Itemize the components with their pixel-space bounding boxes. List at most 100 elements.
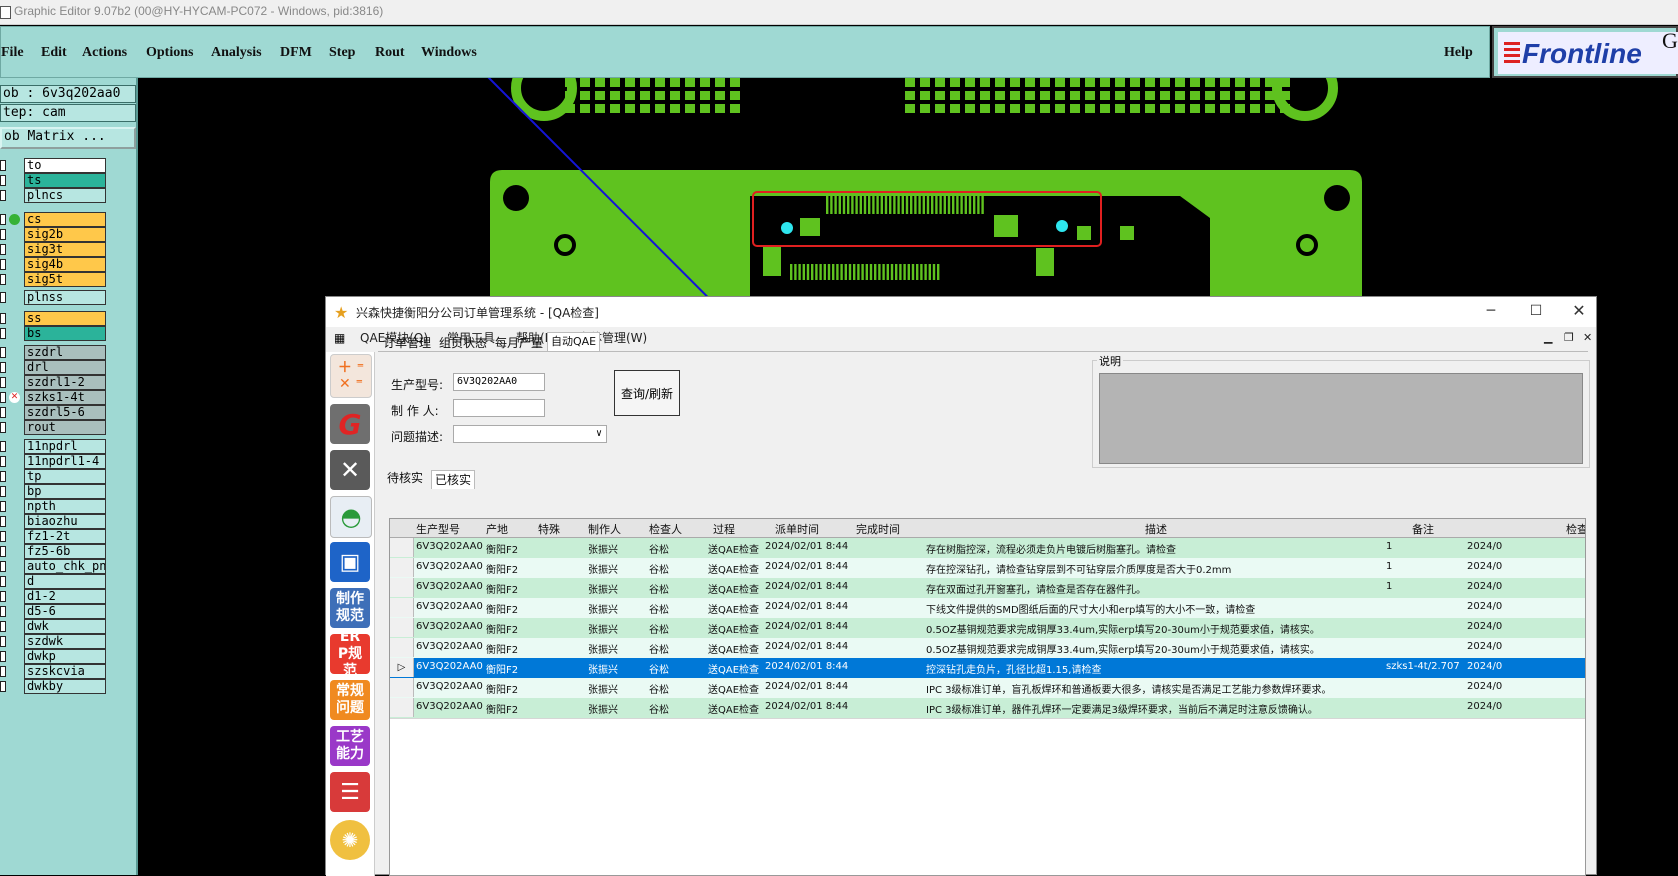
layer-checkbox[interactable] <box>0 422 6 433</box>
layer-row[interactable]: 11npdrl <box>0 439 110 454</box>
layer-checkbox[interactable] <box>0 229 6 240</box>
layer-name[interactable]: sig3t <box>24 242 106 257</box>
layer-checkbox[interactable] <box>0 531 6 542</box>
layer-name[interactable]: cs <box>24 212 106 227</box>
model-input[interactable]: 6V3Q202AA0 <box>453 373 545 391</box>
layer-name[interactable]: 11npdrl1-4 <box>24 454 106 469</box>
job-field[interactable]: ob : 6v3q202aa0 <box>0 85 136 103</box>
table-row[interactable]: 6V3Q202AA0 衡阳F2 张振兴 谷松 送QAE检查 2024/02/01 8:44… <box>390 618 1585 639</box>
col-dispatch-time[interactable]: 派单时间 <box>775 521 819 537</box>
layer-row[interactable]: szdrl1-2 <box>0 375 110 390</box>
col-model[interactable]: 生产型号 <box>416 521 460 537</box>
layer-checkbox[interactable] <box>0 292 6 303</box>
layer-name[interactable]: ss <box>24 311 106 326</box>
layer-checkbox[interactable] <box>0 516 6 527</box>
layer-row[interactable]: plncs <box>0 188 110 203</box>
layer-name[interactable]: auto_chk_pn <box>24 559 106 574</box>
erp-spec-button[interactable]: ER P规范 <box>330 629 370 679</box>
col-origin[interactable]: 产地 <box>486 521 508 537</box>
layer-name[interactable]: dwk <box>24 619 106 634</box>
row-header[interactable] <box>390 638 414 657</box>
layer-checkbox[interactable] <box>0 486 6 497</box>
menu-edit[interactable]: Edit <box>41 45 67 61</box>
row-header[interactable] <box>390 558 414 577</box>
layer-name[interactable]: tp <box>24 469 106 484</box>
layer-row[interactable]: bp <box>0 484 110 499</box>
lightbulb-icon[interactable]: ✺ <box>330 820 370 860</box>
table-row[interactable]: 6V3Q202AA0 衡阳F2 张振兴 谷松 送QAE检查 2024/02/01 8:44… <box>390 678 1585 699</box>
layer-checkbox[interactable] <box>0 362 6 373</box>
note-textbox[interactable] <box>1099 373 1583 464</box>
layer-checkbox[interactable] <box>0 274 6 285</box>
menu-help[interactable]: Help <box>1444 45 1473 61</box>
layer-checkbox[interactable] <box>0 160 6 171</box>
layer-row[interactable]: d5-6 <box>0 604 110 619</box>
layer-checkbox[interactable] <box>0 456 6 467</box>
menu-file[interactable]: File <box>1 45 24 61</box>
layer-checkbox[interactable] <box>0 377 6 388</box>
layer-row[interactable]: dwk <box>0 619 110 634</box>
row-header[interactable] <box>390 578 414 597</box>
layer-row[interactable]: fz5-6b <box>0 544 110 559</box>
layer-name[interactable]: szks1-4t <box>24 390 106 405</box>
layer-checkbox[interactable] <box>0 347 6 358</box>
tab-pending[interactable]: 待核实 <box>384 469 426 487</box>
layer-checkbox[interactable] <box>0 501 6 512</box>
layer-row[interactable]: tp <box>0 469 110 484</box>
row-header[interactable] <box>390 598 414 617</box>
layer-name[interactable]: szdrl5-6 <box>24 405 106 420</box>
layer-checkbox[interactable] <box>0 606 6 617</box>
layer-checkbox[interactable] <box>0 636 6 647</box>
layer-checkbox[interactable] <box>0 561 6 572</box>
menu-windows[interactable]: Windows <box>421 45 477 61</box>
layer-row[interactable]: biaozhu <box>0 514 110 529</box>
layer-name[interactable]: d5-6 <box>24 604 106 619</box>
tab-member-status[interactable]: 组员状态 <box>436 334 490 352</box>
col-finish-time[interactable]: 完成时间 <box>856 521 900 537</box>
qa-grid[interactable]: 生产型号 产地 特殊 制作人 检查人 过程 派单时间 完成时间 描述 备注 检查… <box>389 518 1586 876</box>
maker-input[interactable] <box>453 399 545 417</box>
layer-row[interactable]: d <box>0 574 110 589</box>
table-row[interactable]: 6V3Q202AA0 衡阳F2 张振兴 谷松 送QAE检查 2024/02/01 8:44… <box>390 698 1585 719</box>
col-special[interactable]: 特殊 <box>538 521 560 537</box>
layer-row[interactable]: szdrl <box>0 345 110 360</box>
step-field[interactable]: tep: cam <box>0 104 136 122</box>
mdi-restore-icon[interactable]: ❐ <box>1564 331 1574 344</box>
col-remark[interactable]: 备注 <box>1412 521 1434 537</box>
layer-row[interactable]: fz1-2t <box>0 529 110 544</box>
layer-row[interactable]: szks1-4t ✕ <box>0 390 110 405</box>
tab-monthly-output[interactable]: 每月产量 <box>492 334 546 352</box>
layer-row[interactable]: ts <box>0 173 110 188</box>
col-checker[interactable]: 检查人 <box>649 521 682 537</box>
tab-verified[interactable]: 已核实 <box>431 470 476 489</box>
make-spec-button[interactable]: 制作 规范 <box>330 588 370 628</box>
process-ability-button[interactable]: 工艺 能力 <box>330 726 370 766</box>
layer-name[interactable]: bs <box>24 326 106 341</box>
layer-checkbox[interactable] <box>0 313 6 324</box>
layer-row[interactable]: sig3t <box>0 242 110 257</box>
query-refresh-button[interactable]: 查询/刷新 <box>614 370 680 416</box>
layer-row[interactable]: sig5t <box>0 272 110 287</box>
layer-name[interactable]: biaozhu <box>24 514 106 529</box>
row-header[interactable] <box>390 698 414 717</box>
layer-checkbox[interactable] <box>0 259 6 270</box>
layer-name[interactable]: szskcvia <box>24 664 106 679</box>
layer-name[interactable]: fz5-6b <box>24 544 106 559</box>
layer-row[interactable]: 11npdrl1-4 <box>0 454 110 469</box>
layer-row[interactable]: auto_chk_pn <box>0 559 110 574</box>
col-maker[interactable]: 制作人 <box>588 521 621 537</box>
menu-rout[interactable]: Rout <box>375 45 405 61</box>
layer-name[interactable]: dwkby <box>24 679 106 694</box>
layer-name[interactable]: plnss <box>24 290 106 305</box>
layer-name[interactable]: ts <box>24 173 106 188</box>
table-row[interactable]: ▷ 6V3Q202AA0 衡阳F2 张振兴 谷松 送QAE检查 2024/02/01 8:4… <box>390 658 1585 679</box>
table-row[interactable]: 6V3Q202AA0 衡阳F2 张振兴 谷松 送QAE检查 2024/02/01 8:44… <box>390 538 1585 559</box>
tab-auto-qae[interactable]: 自动QAE <box>547 332 601 351</box>
layer-row[interactable]: plnss <box>0 290 110 305</box>
layer-row[interactable]: dwkp <box>0 649 110 664</box>
layer-row[interactable]: ss <box>0 311 110 326</box>
layer-row[interactable]: szdrl5-6 <box>0 405 110 420</box>
layer-row[interactable]: szskcvia <box>0 664 110 679</box>
menu-step[interactable]: Step <box>329 45 355 61</box>
menu-dfm[interactable]: DFM <box>280 45 312 61</box>
